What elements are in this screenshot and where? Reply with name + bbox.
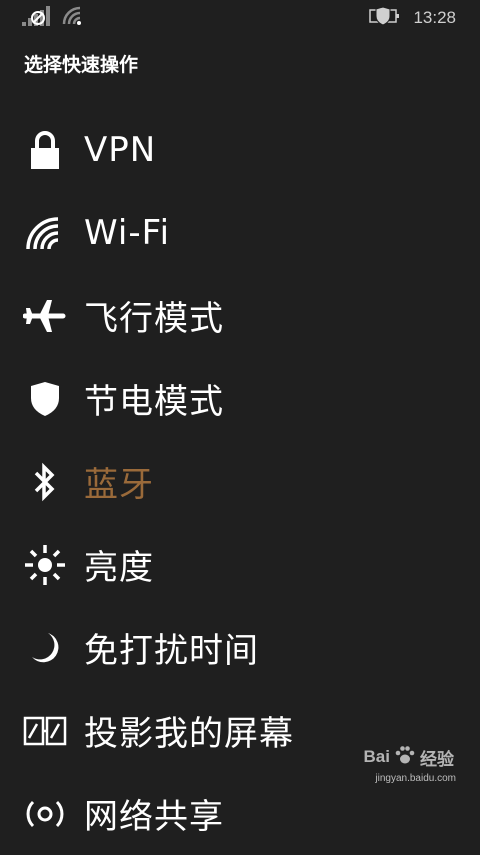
page-title: 选择快速操作	[24, 54, 139, 76]
wifi-signal-icon	[62, 6, 84, 30]
paw-icon	[394, 744, 416, 770]
action-label: 免打扰时间	[84, 631, 259, 671]
brightness-icon	[22, 542, 68, 588]
baidu-watermark: Bai 经验	[364, 744, 454, 770]
battery-saver-shield-icon	[22, 376, 68, 422]
wifi-icon	[22, 210, 68, 256]
action-bluetooth[interactable]: 蓝牙	[0, 440, 480, 523]
status-time: 13:28	[413, 8, 456, 27]
action-battery-saver[interactable]: 节电模式	[0, 357, 480, 440]
action-wifi[interactable]: Wi-Fi	[0, 191, 480, 274]
action-label: 蓝牙	[84, 465, 154, 505]
watermark-url: jingyan.baidu.com	[375, 773, 456, 784]
watermark-brand: Bai	[363, 747, 390, 766]
watermark-suffix: 经验	[420, 749, 454, 769]
action-label: 投影我的屏幕	[84, 714, 294, 754]
internet-sharing-icon	[22, 791, 68, 837]
airplane-icon	[22, 293, 68, 339]
status-bar: 13:28	[0, 0, 480, 34]
action-brightness[interactable]: 亮度	[0, 523, 480, 606]
action-airplane-mode[interactable]: 飞行模式	[0, 274, 480, 357]
bluetooth-icon	[22, 459, 68, 505]
action-label: VPN	[84, 129, 157, 170]
quiet-hours-moon-icon	[22, 625, 68, 671]
action-label: Wi-Fi	[84, 212, 171, 253]
project-screen-icon	[22, 708, 68, 754]
battery-saver-icon	[369, 6, 401, 30]
quick-actions-list: VPN Wi-Fi 飞行模式 节电模式 蓝牙 亮度 免打扰时间 投影我的屏幕 网…	[0, 108, 480, 855]
action-label: 网络共享	[84, 797, 224, 837]
action-internet-sharing[interactable]: 网络共享	[0, 772, 480, 855]
lock-icon	[22, 127, 68, 173]
action-vpn[interactable]: VPN	[0, 108, 480, 191]
action-label: 飞行模式	[84, 299, 224, 339]
action-label: 节电模式	[84, 382, 224, 422]
action-label: 亮度	[84, 548, 154, 588]
cellular-no-signal-icon	[22, 6, 52, 30]
action-quiet-hours[interactable]: 免打扰时间	[0, 606, 480, 689]
